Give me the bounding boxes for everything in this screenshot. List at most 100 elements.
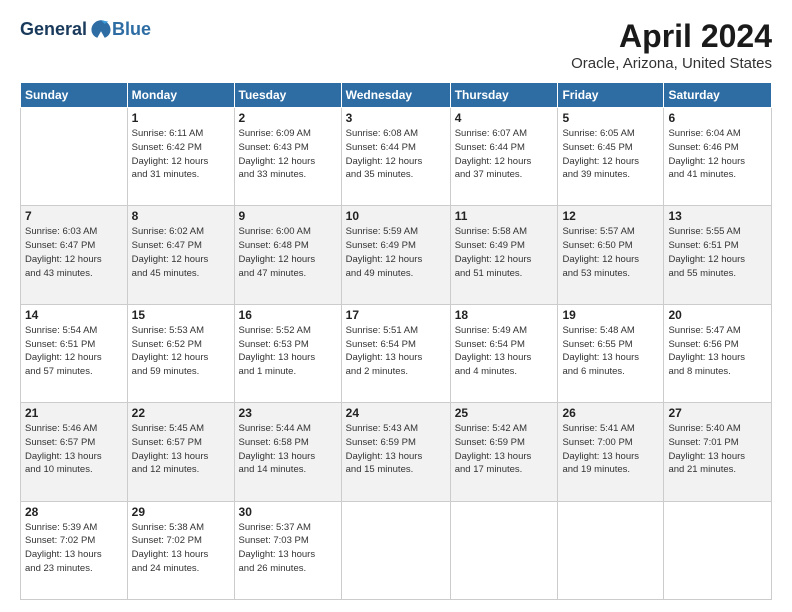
day-number: 29 — [132, 505, 230, 519]
day-info: Sunrise: 6:08 AMSunset: 6:44 PMDaylight:… — [346, 127, 446, 182]
day-info: Sunrise: 5:59 AMSunset: 6:49 PMDaylight:… — [346, 225, 446, 280]
col-header-thursday: Thursday — [450, 83, 558, 108]
calendar-header-row: SundayMondayTuesdayWednesdayThursdayFrid… — [21, 83, 772, 108]
main-title: April 2024 — [571, 18, 772, 55]
day-number: 8 — [132, 209, 230, 223]
calendar-cell: 7Sunrise: 6:03 AMSunset: 6:47 PMDaylight… — [21, 206, 128, 304]
day-number: 9 — [239, 209, 337, 223]
logo: General Blue — [20, 18, 151, 40]
calendar-cell: 20Sunrise: 5:47 AMSunset: 6:56 PMDayligh… — [664, 304, 772, 402]
day-info: Sunrise: 5:53 AMSunset: 6:52 PMDaylight:… — [132, 324, 230, 379]
day-info: Sunrise: 5:41 AMSunset: 7:00 PMDaylight:… — [562, 422, 659, 477]
calendar-cell: 5 Sunrise: 6:05 AMSunset: 6:45 PMDaylight… — [558, 108, 664, 206]
day-number: 10 — [346, 209, 446, 223]
col-header-saturday: Saturday — [664, 83, 772, 108]
day-info: Sunrise: 6:02 AMSunset: 6:47 PMDaylight:… — [132, 225, 230, 280]
calendar-row-0: 1 Sunrise: 6:11 AMSunset: 6:42 PMDaylight… — [21, 108, 772, 206]
day-info: Sunrise: 6:00 AMSunset: 6:48 PMDaylight:… — [239, 225, 337, 280]
day-info: Sunrise: 5:42 AMSunset: 6:59 PMDaylight:… — [455, 422, 554, 477]
day-number: 12 — [562, 209, 659, 223]
calendar-cell: 19 Sunrise: 5:48 AMSunset: 6:55 PMDayligh… — [558, 304, 664, 402]
calendar-cell: 3 Sunrise: 6:08 AMSunset: 6:44 PMDaylight… — [341, 108, 450, 206]
calendar-row-3: 21 Sunrise: 5:46 AMSunset: 6:57 PMDayligh… — [21, 403, 772, 501]
calendar-cell: 18Sunrise: 5:49 AMSunset: 6:54 PMDayligh… — [450, 304, 558, 402]
day-number: 11 — [455, 209, 554, 223]
day-number: 26 — [562, 406, 659, 420]
calendar-cell — [558, 501, 664, 599]
day-number: 1 — [132, 111, 230, 125]
day-number: 24 — [346, 406, 446, 420]
day-info: Sunrise: 5:58 AMSunset: 6:49 PMDaylight:… — [455, 225, 554, 280]
col-header-friday: Friday — [558, 83, 664, 108]
col-header-sunday: Sunday — [21, 83, 128, 108]
col-header-tuesday: Tuesday — [234, 83, 341, 108]
day-number: 23 — [239, 406, 337, 420]
day-info: Sunrise: 5:55 AMSunset: 6:51 PMDaylight:… — [668, 225, 767, 280]
day-info: Sunrise: 6:09 AMSunset: 6:43 PMDaylight:… — [239, 127, 337, 182]
logo-text: General Blue — [20, 18, 151, 40]
day-info: Sunrise: 5:52 AMSunset: 6:53 PMDaylight:… — [239, 324, 337, 379]
day-number: 17 — [346, 308, 446, 322]
calendar-cell: 24 Sunrise: 5:43 AMSunset: 6:59 PMDayligh… — [341, 403, 450, 501]
day-info: Sunrise: 5:45 AMSunset: 6:57 PMDaylight:… — [132, 422, 230, 477]
day-number: 6 — [668, 111, 767, 125]
day-info: Sunrise: 6:03 AMSunset: 6:47 PMDaylight:… — [25, 225, 123, 280]
day-number: 5 — [562, 111, 659, 125]
calendar-cell: 28 Sunrise: 5:39 AMSunset: 7:02 PMDayligh… — [21, 501, 128, 599]
logo-general-text: General — [20, 20, 87, 38]
day-number: 15 — [132, 308, 230, 322]
day-info: Sunrise: 5:51 AMSunset: 6:54 PMDaylight:… — [346, 324, 446, 379]
day-info: Sunrise: 5:40 AMSunset: 7:01 PMDaylight:… — [668, 422, 767, 477]
day-info: Sunrise: 5:38 AMSunset: 7:02 PMDaylight:… — [132, 521, 230, 576]
calendar-cell: 15 Sunrise: 5:53 AMSunset: 6:52 PMDayligh… — [127, 304, 234, 402]
header: General Blue April 2024 Oracle, Arizona,… — [20, 18, 772, 72]
day-number: 2 — [239, 111, 337, 125]
day-info: Sunrise: 5:44 AMSunset: 6:58 PMDaylight:… — [239, 422, 337, 477]
day-number: 21 — [25, 406, 123, 420]
calendar-cell: 26 Sunrise: 5:41 AMSunset: 7:00 PMDayligh… — [558, 403, 664, 501]
calendar-cell: 21 Sunrise: 5:46 AMSunset: 6:57 PMDayligh… — [21, 403, 128, 501]
subtitle: Oracle, Arizona, United States — [571, 55, 772, 72]
day-info: Sunrise: 5:46 AMSunset: 6:57 PMDaylight:… — [25, 422, 123, 477]
day-info: Sunrise: 5:49 AMSunset: 6:54 PMDaylight:… — [455, 324, 554, 379]
calendar-row-4: 28 Sunrise: 5:39 AMSunset: 7:02 PMDayligh… — [21, 501, 772, 599]
calendar-cell — [341, 501, 450, 599]
day-number: 28 — [25, 505, 123, 519]
calendar-cell: 9 Sunrise: 6:00 AMSunset: 6:48 PMDaylight… — [234, 206, 341, 304]
calendar-cell: 16 Sunrise: 5:52 AMSunset: 6:53 PMDayligh… — [234, 304, 341, 402]
calendar-cell: 4Sunrise: 6:07 AMSunset: 6:44 PMDaylight… — [450, 108, 558, 206]
calendar-cell: 23 Sunrise: 5:44 AMSunset: 6:58 PMDayligh… — [234, 403, 341, 501]
day-number: 19 — [562, 308, 659, 322]
calendar-cell — [450, 501, 558, 599]
calendar-cell: 6 Sunrise: 6:04 AMSunset: 6:46 PMDaylight… — [664, 108, 772, 206]
day-info: Sunrise: 5:43 AMSunset: 6:59 PMDaylight:… — [346, 422, 446, 477]
day-info: Sunrise: 5:48 AMSunset: 6:55 PMDaylight:… — [562, 324, 659, 379]
day-number: 30 — [239, 505, 337, 519]
day-number: 22 — [132, 406, 230, 420]
day-info: Sunrise: 6:11 AMSunset: 6:42 PMDaylight:… — [132, 127, 230, 182]
day-info: Sunrise: 5:39 AMSunset: 7:02 PMDaylight:… — [25, 521, 123, 576]
calendar-cell: 1 Sunrise: 6:11 AMSunset: 6:42 PMDaylight… — [127, 108, 234, 206]
calendar-cell: 22 Sunrise: 5:45 AMSunset: 6:57 PMDayligh… — [127, 403, 234, 501]
day-info: Sunrise: 6:04 AMSunset: 6:46 PMDaylight:… — [668, 127, 767, 182]
calendar-cell: 27Sunrise: 5:40 AMSunset: 7:01 PMDayligh… — [664, 403, 772, 501]
calendar-cell: 10 Sunrise: 5:59 AMSunset: 6:49 PMDayligh… — [341, 206, 450, 304]
col-header-monday: Monday — [127, 83, 234, 108]
calendar-row-2: 14Sunrise: 5:54 AMSunset: 6:51 PMDayligh… — [21, 304, 772, 402]
day-number: 16 — [239, 308, 337, 322]
calendar-cell: 25 Sunrise: 5:42 AMSunset: 6:59 PMDayligh… — [450, 403, 558, 501]
day-number: 14 — [25, 308, 123, 322]
calendar-cell: 17 Sunrise: 5:51 AMSunset: 6:54 PMDayligh… — [341, 304, 450, 402]
page: General Blue April 2024 Oracle, Arizona,… — [0, 0, 792, 612]
day-number: 3 — [346, 111, 446, 125]
calendar-cell — [21, 108, 128, 206]
col-header-wednesday: Wednesday — [341, 83, 450, 108]
day-number: 25 — [455, 406, 554, 420]
day-number: 20 — [668, 308, 767, 322]
day-info: Sunrise: 6:05 AMSunset: 6:45 PMDaylight:… — [562, 127, 659, 182]
calendar-cell: 12Sunrise: 5:57 AMSunset: 6:50 PMDayligh… — [558, 206, 664, 304]
calendar-cell: 8 Sunrise: 6:02 AMSunset: 6:47 PMDaylight… — [127, 206, 234, 304]
day-info: Sunrise: 5:37 AMSunset: 7:03 PMDaylight:… — [239, 521, 337, 576]
day-info: Sunrise: 6:07 AMSunset: 6:44 PMDaylight:… — [455, 127, 554, 182]
logo-blue-text: Blue — [112, 20, 151, 38]
